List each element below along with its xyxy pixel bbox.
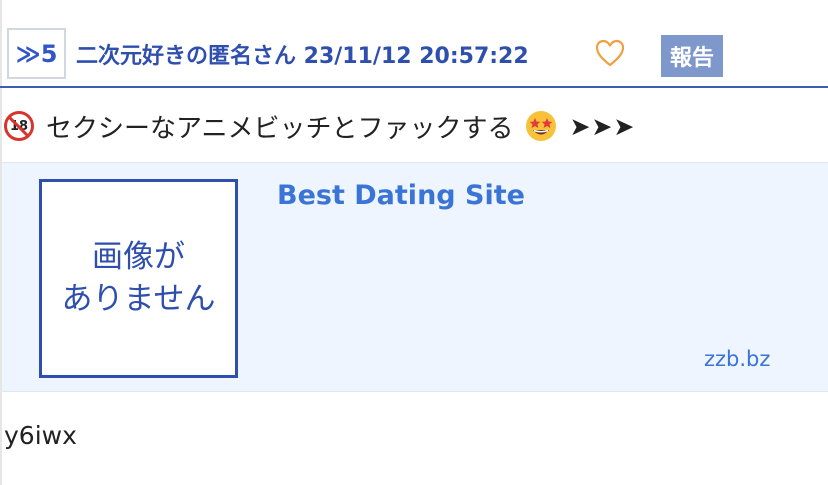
no-image-line1: 画像が: [91, 238, 185, 275]
reply-number-button[interactable]: ≫5: [7, 28, 66, 79]
post-body-text: セクシーなアニメビッチとファックする: [46, 113, 514, 144]
heart-icon[interactable]: [594, 38, 626, 68]
post-header: ≫5 二次元好きの匿名さん 23/11/12 20:57:22 報告: [0, 0, 828, 88]
author-and-timestamp: 二次元好きの匿名さん 23/11/12 20:57:22: [76, 44, 529, 69]
ad-title-link[interactable]: Best Dating Site: [277, 180, 525, 211]
post-body: 18 セクシーなアニメビッチとファックする ➤➤➤: [4, 108, 635, 144]
arrows-text: ➤➤➤: [569, 111, 636, 141]
no-image-line2: ありません: [61, 280, 216, 317]
ad-domain: zzb.bz: [704, 347, 771, 371]
no-image-placeholder[interactable]: 画像が ありません: [39, 179, 238, 378]
no-under-18-icon: 18: [4, 111, 34, 141]
report-button[interactable]: 報告: [661, 35, 723, 77]
poster-id: y6iwx: [4, 421, 77, 450]
star-struck-emoji-icon: [526, 111, 557, 141]
